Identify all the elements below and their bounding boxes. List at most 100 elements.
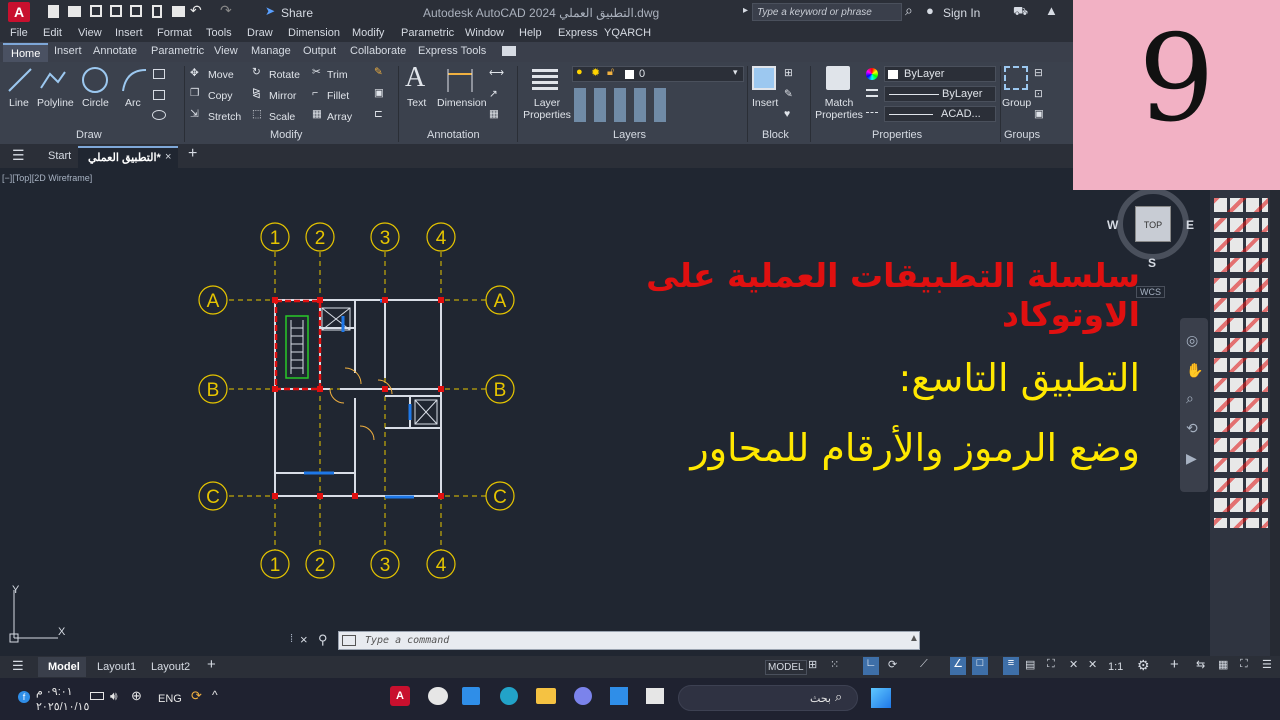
- trim-icon[interactable]: ✂: [312, 66, 321, 78]
- rotate-icon[interactable]: ↻: [252, 66, 261, 78]
- erase-icon[interactable]: ✎: [374, 66, 383, 78]
- tab-output[interactable]: Output: [303, 45, 336, 57]
- menu-insert[interactable]: Insert: [115, 27, 143, 39]
- edge-taskbar-icon[interactable]: [500, 687, 518, 705]
- command-history-icon[interactable]: ▲: [909, 633, 919, 644]
- zoom-icon[interactable]: ⌕: [1186, 390, 1194, 407]
- color-wheel-icon[interactable]: [866, 68, 878, 80]
- ellipse-icon[interactable]: [152, 110, 166, 120]
- isodraft-icon[interactable]: ⟋: [920, 658, 928, 671]
- menu-view[interactable]: View: [78, 27, 102, 39]
- dimension-button[interactable]: Dimension: [437, 97, 487, 109]
- edit-block-icon[interactable]: ✎: [784, 88, 793, 100]
- clean-screen-icon[interactable]: ⛶: [1240, 658, 1248, 671]
- volume-icon[interactable]: 🔊︎: [110, 689, 118, 704]
- open-file-icon[interactable]: [68, 6, 81, 17]
- menu-express[interactable]: Express: [558, 27, 598, 39]
- tab-manage[interactable]: Manage: [251, 45, 291, 57]
- quick-properties-icon[interactable]: ▦: [1218, 658, 1228, 671]
- save-web-icon[interactable]: [152, 5, 162, 18]
- move-icon[interactable]: ✥: [190, 67, 199, 79]
- insert-block-icon[interactable]: [752, 66, 776, 90]
- chevron-up-icon[interactable]: ^: [212, 688, 218, 702]
- lineweight-dropdown[interactable]: ACAD...: [884, 106, 996, 122]
- menu-modify[interactable]: Modify: [352, 27, 384, 39]
- clock-date[interactable]: ٢٠٢٥/١٠/١٥: [36, 700, 89, 713]
- command-close-icon[interactable]: ×: [300, 632, 308, 647]
- close-icon[interactable]: ×: [165, 151, 171, 163]
- linetype-dropdown[interactable]: ByLayer: [884, 86, 996, 102]
- rotate-button[interactable]: Rotate: [269, 69, 300, 81]
- selection-cycling-icon[interactable]: ⛶: [1047, 658, 1055, 671]
- annotation-visibility-icon[interactable]: ✕: [1069, 658, 1078, 671]
- groups-panel-title[interactable]: Groups: [1004, 129, 1040, 141]
- clock-time[interactable]: ٠٩:٠١ م: [36, 685, 73, 698]
- leader-icon[interactable]: ↗: [489, 88, 498, 100]
- app-logo[interactable]: A: [8, 2, 30, 22]
- group-icon[interactable]: [1004, 66, 1028, 90]
- transparency-icon[interactable]: ▤: [1025, 658, 1035, 671]
- menu-tools[interactable]: Tools: [206, 27, 232, 39]
- sign-in-link[interactable]: Sign In: [943, 6, 980, 20]
- model-space-button[interactable]: MODEL: [765, 660, 807, 675]
- annotation-panel-title[interactable]: Annotation: [427, 129, 480, 141]
- annomonitor-icon[interactable]: +: [1170, 656, 1179, 673]
- undo-icon[interactable]: ↶: [190, 2, 202, 19]
- command-line[interactable]: ⁞ × ⚲ Type a command ▲: [290, 631, 920, 651]
- block-attribute-icon[interactable]: ♥: [784, 108, 790, 120]
- wcs-menu[interactable]: WCS: [1136, 286, 1165, 298]
- trim-button[interactable]: Trim: [327, 69, 348, 81]
- table-icon[interactable]: ▦: [489, 108, 499, 120]
- layout2-tab[interactable]: Layout2: [151, 661, 190, 673]
- add-layout-icon[interactable]: +: [207, 656, 216, 673]
- annotation-autoscale-icon[interactable]: ✕: [1088, 658, 1097, 671]
- osnap-tracking-icon[interactable]: ∠: [950, 657, 966, 675]
- grid-icon[interactable]: ⊞: [808, 658, 817, 671]
- viewcube[interactable]: TOP N S E W: [1107, 178, 1194, 270]
- circle-icon[interactable]: [80, 65, 110, 95]
- drag-handle-icon[interactable]: ⁞: [290, 633, 293, 645]
- palette-scroll[interactable]: [1270, 168, 1280, 656]
- hatch-icon[interactable]: [153, 90, 165, 100]
- layers-panel-title[interactable]: Layers: [613, 129, 646, 141]
- offset-icon[interactable]: ⊏: [374, 108, 383, 120]
- taskview-taskbar-icon[interactable]: [646, 688, 664, 704]
- steering-wheel-icon[interactable]: ◎: [1186, 332, 1198, 349]
- language-indicator[interactable]: ENG: [158, 693, 182, 705]
- copy-button[interactable]: Copy: [208, 90, 233, 102]
- mirror-icon[interactable]: ⧎: [252, 87, 261, 99]
- linear-dim-icon[interactable]: ⟷: [489, 67, 504, 79]
- menu-file[interactable]: File: [10, 27, 28, 39]
- orbit-icon[interactable]: ⟲: [1186, 420, 1198, 437]
- menu-draw[interactable]: Draw: [247, 27, 273, 39]
- menu-dimension[interactable]: Dimension: [288, 27, 340, 39]
- insert-button[interactable]: Insert: [752, 97, 778, 109]
- fillet-icon[interactable]: ⌐: [312, 87, 318, 99]
- ortho-icon[interactable]: ∟: [863, 657, 879, 675]
- arc-icon[interactable]: [120, 66, 148, 94]
- match-properties-icon[interactable]: [826, 66, 850, 90]
- rectangle-icon[interactable]: [153, 69, 165, 79]
- start-tab[interactable]: Start: [48, 150, 71, 162]
- hamburger-icon[interactable]: ☰: [12, 147, 25, 164]
- explode-icon[interactable]: ▣: [374, 87, 384, 99]
- arc-button[interactable]: Arc: [125, 97, 141, 109]
- polyline-icon[interactable]: [38, 66, 68, 94]
- dimension-icon[interactable]: [445, 66, 475, 94]
- app-taskbar-icon[interactable]: [610, 687, 628, 705]
- tab-view[interactable]: View: [214, 45, 238, 57]
- layer-dropdown[interactable]: ● ✹ 🔓︎ 0 ▾: [572, 66, 744, 82]
- compass-south[interactable]: S: [1148, 256, 1156, 270]
- drawing-canvas[interactable]: [−][Top][2D Wireframe] 1 2 3 4 1 2 3 4 A…: [0, 168, 1210, 656]
- help-search-input[interactable]: Type a keyword or phrase: [752, 3, 902, 21]
- user-icon[interactable]: ●: [926, 3, 934, 18]
- search-icon[interactable]: ⌕: [905, 2, 913, 19]
- units-icon[interactable]: ⇆: [1196, 658, 1205, 671]
- teams-taskbar-icon[interactable]: [574, 687, 592, 705]
- customization-icon[interactable]: ☰: [1262, 658, 1272, 671]
- text-button[interactable]: Text: [407, 97, 426, 109]
- text-icon[interactable]: A: [405, 62, 425, 94]
- layout-menu-icon[interactable]: ☰: [12, 658, 24, 674]
- osnap-icon[interactable]: □: [972, 657, 988, 675]
- group-button[interactable]: Group: [1002, 97, 1031, 109]
